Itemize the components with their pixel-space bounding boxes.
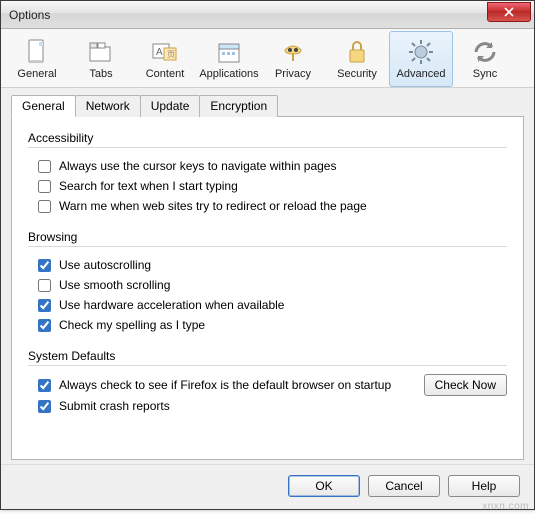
group-accessibility: Accessibility Always use the cursor keys…: [28, 131, 507, 216]
opt-warn-redirect[interactable]: Warn me when web sites try to redirect o…: [28, 196, 507, 216]
checkbox[interactable]: [38, 259, 51, 272]
check-now-button[interactable]: Check Now: [424, 374, 507, 396]
checkbox-label: Warn me when web sites try to redirect o…: [59, 199, 367, 213]
checkbox-label: Use hardware acceleration when available: [59, 298, 284, 312]
subtab-general[interactable]: General: [11, 95, 76, 117]
subtab-network[interactable]: Network: [75, 95, 141, 117]
checkbox-label: Always check to see if Firefox is the de…: [59, 378, 391, 392]
category-security[interactable]: Security: [325, 31, 389, 87]
advanced-icon: [407, 38, 435, 66]
general-icon: [23, 38, 51, 66]
watermark: xnxn.com: [482, 501, 529, 512]
category-label: Content: [146, 68, 185, 80]
close-button[interactable]: [487, 2, 531, 22]
help-button[interactable]: Help: [448, 475, 520, 497]
opt-smooth-scroll[interactable]: Use smooth scrolling: [28, 275, 507, 295]
svg-text:A: A: [156, 47, 163, 58]
content-area: General Network Update Encryption Access…: [1, 88, 534, 464]
checkbox[interactable]: [38, 180, 51, 193]
checkbox[interactable]: [38, 160, 51, 173]
group-title: Accessibility: [28, 131, 507, 148]
category-label: General: [17, 68, 56, 80]
opt-crash-reports[interactable]: Submit crash reports: [28, 396, 507, 416]
category-label: Security: [337, 68, 377, 80]
category-content[interactable]: A页 Content: [133, 31, 197, 87]
applications-icon: [215, 38, 243, 66]
titlebar: Options: [1, 1, 534, 29]
checkbox-label: Search for text when I start typing: [59, 179, 238, 193]
checkbox[interactable]: [38, 200, 51, 213]
group-system-defaults: System Defaults Always check to see if F…: [28, 349, 507, 416]
opt-autoscroll[interactable]: Use autoscrolling: [28, 255, 507, 275]
category-general[interactable]: General: [5, 31, 69, 87]
default-browser-row: Always check to see if Firefox is the de…: [28, 374, 507, 396]
security-icon: [343, 38, 371, 66]
panel-general: Accessibility Always use the cursor keys…: [11, 116, 524, 460]
subtab-update[interactable]: Update: [140, 95, 201, 117]
category-label: Advanced: [397, 68, 446, 80]
group-title: System Defaults: [28, 349, 507, 366]
ok-button[interactable]: OK: [288, 475, 360, 497]
sync-icon: [471, 38, 499, 66]
opt-search-typing[interactable]: Search for text when I start typing: [28, 176, 507, 196]
opt-default-browser[interactable]: Always check to see if Firefox is the de…: [28, 375, 424, 395]
category-label: Tabs: [89, 68, 112, 80]
category-toolbar: General Tabs A页 Content Applications Pri…: [1, 29, 534, 88]
checkbox-label: Use autoscrolling: [59, 258, 151, 272]
checkbox-label: Submit crash reports: [59, 399, 170, 413]
category-label: Sync: [473, 68, 497, 80]
close-icon: [504, 7, 514, 17]
options-window: Options General Tabs A页 Content Applicat…: [0, 0, 535, 510]
checkbox[interactable]: [38, 299, 51, 312]
tabs-icon: [87, 38, 115, 66]
content-icon: A页: [151, 38, 179, 66]
opt-spellcheck[interactable]: Check my spelling as I type: [28, 315, 507, 335]
subtab-encryption[interactable]: Encryption: [199, 95, 278, 117]
checkbox[interactable]: [38, 379, 51, 392]
svg-text:页: 页: [167, 50, 175, 59]
checkbox[interactable]: [38, 319, 51, 332]
checkbox-label: Check my spelling as I type: [59, 318, 205, 332]
subtabs: General Network Update Encryption: [11, 95, 524, 117]
checkbox-label: Always use the cursor keys to navigate w…: [59, 159, 336, 173]
cancel-button[interactable]: Cancel: [368, 475, 440, 497]
category-advanced[interactable]: Advanced: [389, 31, 453, 87]
privacy-icon: [279, 38, 307, 66]
category-applications[interactable]: Applications: [197, 31, 261, 87]
checkbox[interactable]: [38, 400, 51, 413]
category-tabs[interactable]: Tabs: [69, 31, 133, 87]
checkbox[interactable]: [38, 279, 51, 292]
category-sync[interactable]: Sync: [453, 31, 517, 87]
opt-hw-accel[interactable]: Use hardware acceleration when available: [28, 295, 507, 315]
group-title: Browsing: [28, 230, 507, 247]
dialog-footer: OK Cancel Help: [1, 464, 534, 509]
category-privacy[interactable]: Privacy: [261, 31, 325, 87]
opt-cursor-keys[interactable]: Always use the cursor keys to navigate w…: [28, 156, 507, 176]
category-label: Applications: [199, 68, 258, 80]
group-browsing: Browsing Use autoscrolling Use smooth sc…: [28, 230, 507, 335]
checkbox-label: Use smooth scrolling: [59, 278, 170, 292]
window-title: Options: [9, 8, 487, 22]
category-label: Privacy: [275, 68, 311, 80]
